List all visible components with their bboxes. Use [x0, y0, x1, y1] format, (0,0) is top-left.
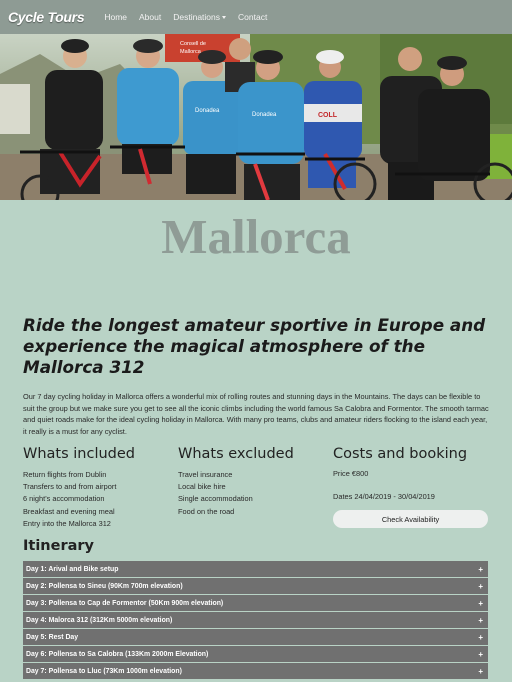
list-item: Transfers to and from airport — [23, 482, 117, 492]
caret-down-icon — [222, 16, 227, 19]
day-label: Day 1: Arival and Bike setup — [26, 565, 119, 573]
costs-title: Costs and booking — [333, 446, 468, 462]
day-label: Day 3: Pollensa to Cap de Formentor (50K… — [26, 599, 224, 607]
navbar: Cycle Tours Home About Destinations Cont… — [0, 0, 512, 34]
price-text: Price €800 — [333, 469, 369, 478]
plus-icon: + — [478, 581, 483, 591]
itinerary-title: Itinerary — [23, 538, 94, 554]
excluded-title: Whats excluded — [178, 446, 294, 462]
day-label: Day 2: Pollensa to Sineu (90Km 700m elev… — [26, 582, 183, 590]
page-title: Mallorca — [161, 209, 351, 264]
itinerary-day-4[interactable]: Day 4: Malorca 312 (312Km 5000m elevatio… — [23, 612, 488, 628]
jersey-text-2: Donadea — [252, 112, 277, 118]
list-item: 6 night's accommodation — [23, 494, 105, 504]
plus-icon: + — [478, 666, 483, 676]
plus-icon: + — [478, 598, 483, 608]
excluded-list: Travel insurance Local bike hire Single … — [178, 469, 294, 518]
nav-home[interactable]: Home — [104, 12, 127, 22]
sign-text-1: Consell de — [180, 41, 206, 47]
itinerary-day-2[interactable]: Day 2: Pollensa to Sineu (90Km 700m elev… — [23, 578, 488, 594]
included-title: Whats included — [23, 446, 135, 462]
list-item: Travel insurance — [178, 470, 233, 479]
itinerary-day-5[interactable]: Day 5: Rest Day + — [23, 629, 488, 645]
nav-about[interactable]: About — [139, 12, 161, 22]
intro-text: Our 7 day cycling holiday in Mallorca of… — [23, 392, 489, 436]
plus-icon: + — [478, 615, 483, 625]
itinerary-day-6[interactable]: Day 6: Pollensa to Sa Calobra (133Km 200… — [23, 646, 488, 662]
list-item: Entry into the Mallorca 312 — [23, 518, 111, 528]
day-label: Day 6: Pollensa to Sa Calobra (133Km 200… — [26, 650, 209, 658]
costs-section: Costs and booking Price €800 Dates 24/04… — [333, 446, 488, 501]
list-item: Return flights from Dublin — [23, 470, 107, 479]
itinerary-day-1[interactable]: Day 1: Arival and Bike setup + — [23, 561, 488, 577]
day-label: Day 4: Malorca 312 (312Km 5000m elevatio… — [26, 616, 173, 624]
list-item: Breakfast and evening meal — [23, 506, 115, 516]
dates-text: Dates 24/04/2019 - 30/04/2019 — [333, 492, 435, 501]
itinerary-day-7[interactable]: Day 7: Pollensa to Lluc (73Km 1000m elev… — [23, 663, 488, 679]
jersey-text-3: COLL — [318, 112, 338, 119]
tagline: Ride the longest amateur sportive in Eur… — [23, 315, 486, 377]
check-availability-button[interactable]: Check Availability — [333, 510, 488, 528]
jersey-text-1: Donadea — [195, 108, 220, 114]
included-section: Whats included Return flights from Dubli… — [23, 446, 135, 530]
nav-contact[interactable]: Contact — [238, 12, 267, 22]
hero-image: Consell de Mallorca Donadea Donadea COLL — [0, 34, 512, 200]
included-list: Return flights from Dublin Transfers to … — [23, 469, 135, 530]
itinerary-day-3[interactable]: Day 3: Pollensa to Cap de Formentor (50K… — [23, 595, 488, 611]
sign-text-2: Mallorca — [180, 49, 202, 55]
day-label: Day 5: Rest Day — [26, 633, 79, 641]
brand-logo[interactable]: Cycle Tours — [8, 9, 85, 25]
day-label: Day 7: Pollensa to Lluc (73Km 1000m elev… — [26, 667, 182, 675]
nav-destinations[interactable]: Destinations — [173, 12, 227, 22]
plus-icon: + — [478, 564, 483, 574]
list-item: Food on the road — [178, 506, 235, 516]
plus-icon: + — [478, 649, 483, 659]
itinerary-accordion: Day 1: Arival and Bike setup + Day 2: Pol… — [23, 561, 488, 680]
list-item: Single accommodation — [178, 494, 253, 504]
nav-destinations-label: Destinations — [173, 12, 221, 22]
excluded-section: Whats excluded Travel insurance Local bi… — [178, 446, 294, 518]
list-item: Local bike hire — [178, 482, 226, 492]
plus-icon: + — [478, 632, 483, 642]
